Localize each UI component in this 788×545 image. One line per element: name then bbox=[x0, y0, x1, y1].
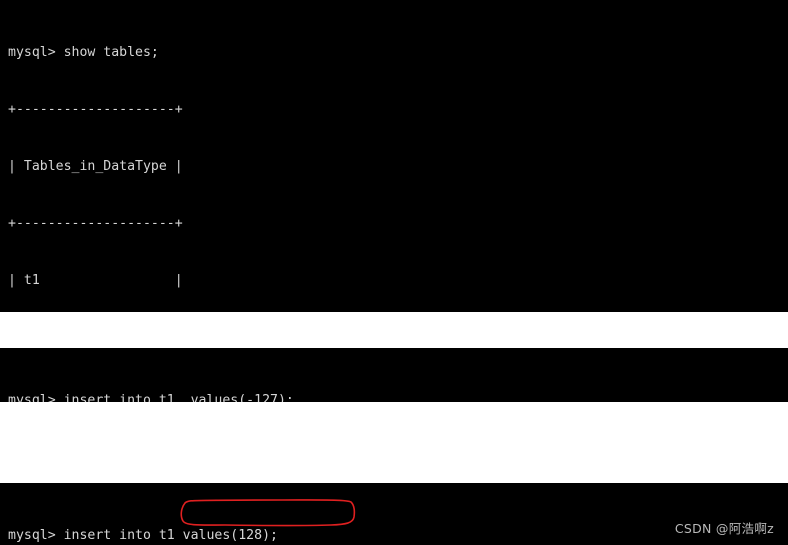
terminal-line: | Tables_in_DataType | bbox=[8, 159, 183, 174]
terminal-line: mysql> insert into t1 values(128); bbox=[8, 528, 278, 543]
terminal-block-insert-success[interactable]: mysql> insert into t1 values(-127); Quer… bbox=[0, 348, 788, 402]
terminal-line: | t1 | bbox=[8, 273, 183, 288]
terminal-line: mysql> show tables; bbox=[8, 45, 159, 60]
terminal-line: +--------------------+ bbox=[8, 216, 183, 231]
csdn-watermark: CSDN @阿浩啊z bbox=[674, 521, 774, 536]
terminal-block-insert-error[interactable]: mysql> insert into t1 values(128); ERROR… bbox=[0, 483, 788, 545]
terminal-block-show-tables[interactable]: mysql> show tables; +-------------------… bbox=[0, 0, 788, 312]
terminal-line: +--------------------+ bbox=[8, 102, 183, 117]
terminal-line: mysql> insert into t1 values(-127); bbox=[8, 393, 294, 402]
